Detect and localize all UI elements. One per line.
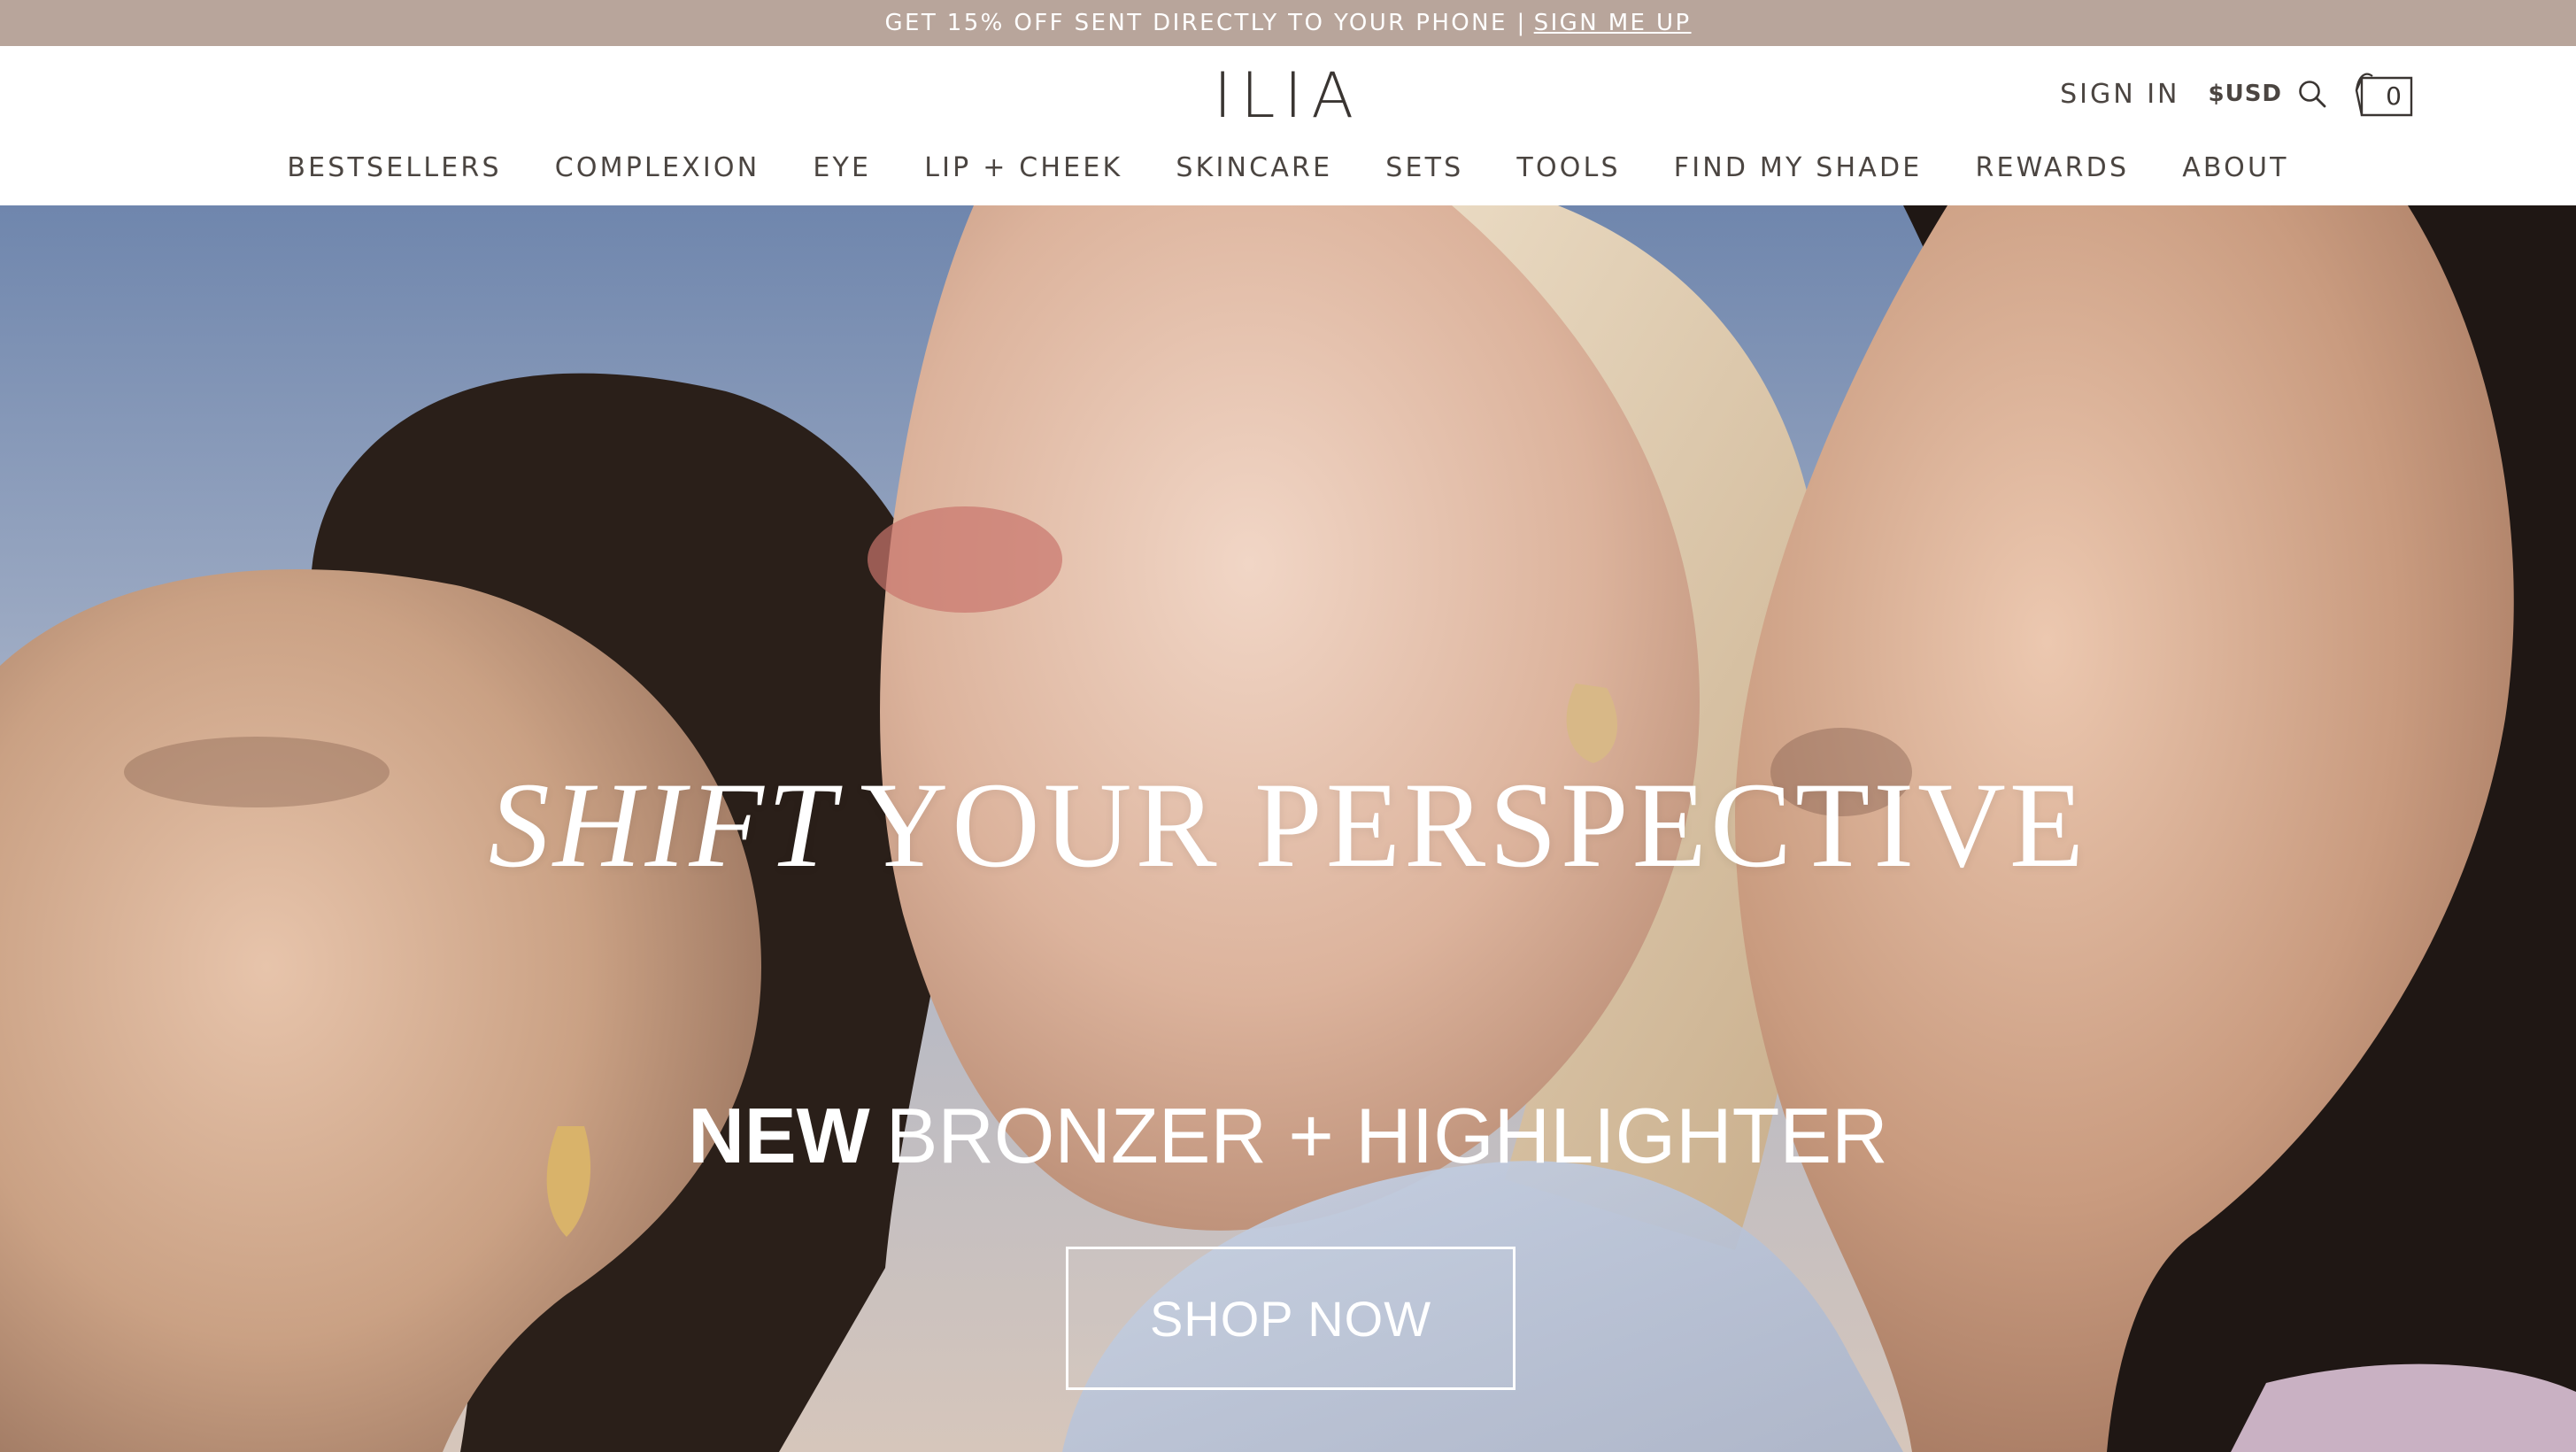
- ilia-logo[interactable]: ILIA: [1214, 59, 1354, 132]
- sign-in-link[interactable]: SIGN IN: [2060, 79, 2179, 110]
- cart-button[interactable]: 0: [2353, 69, 2417, 119]
- header-utilities: SIGN IN $USD 0: [2060, 67, 2417, 120]
- sign-me-up-link[interactable]: SIGN ME UP: [1534, 10, 1692, 36]
- hero-subhead-new: NEW: [688, 1092, 870, 1179]
- promo-bar: GET 15% OFF SENT DIRECTLY TO YOUR PHONE …: [0, 0, 2576, 46]
- nav-item-eye[interactable]: EYE: [813, 152, 871, 183]
- nav-item-about[interactable]: ABOUT: [2182, 152, 2288, 183]
- hero-subhead-rest: BRONZER + HIGHLIGHTER: [885, 1092, 1888, 1179]
- shop-now-button[interactable]: SHOP NOW: [1066, 1247, 1516, 1390]
- site-header: ILIA SIGN IN $USD 0 BESTSELLERS COMPLEXI…: [0, 46, 2576, 205]
- promo-text: GET 15% OFF SENT DIRECTLY TO YOUR PHONE …: [884, 10, 1527, 36]
- nav-item-sets[interactable]: SETS: [1385, 152, 1463, 183]
- hero-headline-italic: SHIFT: [488, 757, 839, 892]
- main-navigation: BESTSELLERS COMPLEXION EYE LIP + CHEEK S…: [0, 145, 2576, 189]
- currency-selector[interactable]: $USD: [2208, 81, 2282, 107]
- hero-headline-rest: YOUR PERSPECTIVE: [860, 757, 2088, 892]
- hero-headline: SHIFT YOUR PERSPECTIVE: [0, 754, 2576, 895]
- hero-banner[interactable]: SHIFT YOUR PERSPECTIVE NEW BRONZER + HIGHL…: [0, 205, 2576, 1452]
- nav-item-find-my-shade[interactable]: FIND MY SHADE: [1674, 152, 1923, 183]
- nav-item-skincare[interactable]: SKINCARE: [1176, 152, 1332, 183]
- nav-item-tools[interactable]: TOOLS: [1516, 152, 1620, 183]
- cart-count: 0: [2386, 81, 2402, 111]
- nav-item-lip-cheek[interactable]: LIP + CHEEK: [924, 152, 1122, 183]
- search-icon[interactable]: [2294, 76, 2330, 112]
- nav-item-complexion[interactable]: COMPLEXION: [555, 152, 760, 183]
- nav-item-bestsellers[interactable]: BESTSELLERS: [287, 152, 501, 183]
- hero-subheadline: NEW BRONZER + HIGHLIGHTER: [0, 1091, 2576, 1181]
- nav-item-rewards[interactable]: REWARDS: [1975, 152, 2129, 183]
